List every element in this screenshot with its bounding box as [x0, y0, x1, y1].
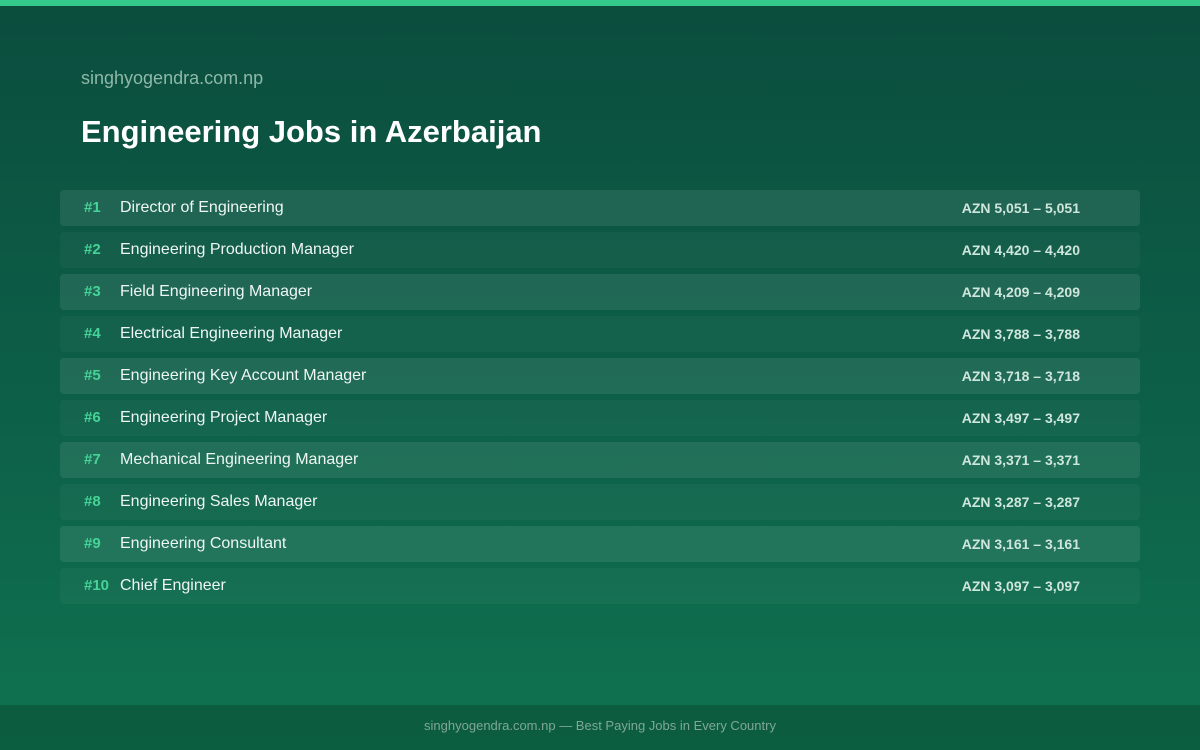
job-title: Engineering Project Manager — [120, 409, 328, 426]
job-row: #3 Field Engineering Manager AZN 4,209 –… — [60, 274, 1140, 310]
job-salary: AZN 3,788 – 3,788 — [961, 326, 1080, 342]
footer-text: singhyogendra.com.np — Best Paying Jobs … — [424, 718, 776, 733]
page-title: Engineering Jobs in Azerbaijan — [81, 114, 542, 149]
job-rank: #1 — [84, 199, 101, 216]
job-rank: #7 — [84, 451, 101, 468]
job-title: Engineering Consultant — [120, 535, 287, 552]
job-salary: AZN 3,371 – 3,371 — [961, 452, 1080, 468]
job-rank: #6 — [84, 409, 101, 426]
job-title: Engineering Sales Manager — [120, 493, 318, 510]
job-row: #2 Engineering Production Manager AZN 4,… — [60, 232, 1140, 268]
job-row: #10 Chief Engineer AZN 3,097 – 3,097 — [60, 568, 1140, 604]
job-rank: #9 — [84, 535, 101, 552]
job-list: #1 Director of Engineering AZN 5,051 – 5… — [60, 190, 1140, 610]
job-salary: AZN 3,718 – 3,718 — [961, 368, 1080, 384]
job-row: #6 Engineering Project Manager AZN 3,497… — [60, 400, 1140, 436]
job-title: Chief Engineer — [120, 577, 226, 594]
site-name: singhyogendra.com.np — [81, 68, 264, 88]
job-title: Mechanical Engineering Manager — [120, 451, 359, 468]
job-row: #1 Director of Engineering AZN 5,051 – 5… — [60, 190, 1140, 226]
job-row: #8 Engineering Sales Manager AZN 3,287 –… — [60, 484, 1140, 520]
top-accent-bar — [0, 0, 1200, 6]
job-row: #4 Electrical Engineering Manager AZN 3,… — [60, 316, 1140, 352]
job-salary: AZN 3,161 – 3,161 — [961, 536, 1080, 552]
job-rank: #5 — [84, 367, 101, 384]
job-salary: AZN 4,420 – 4,420 — [961, 242, 1080, 258]
job-title: Electrical Engineering Manager — [120, 325, 343, 342]
job-title: Engineering Production Manager — [120, 241, 354, 258]
job-row: #7 Mechanical Engineering Manager AZN 3,… — [60, 442, 1140, 478]
job-title: Engineering Key Account Manager — [120, 367, 367, 384]
job-rank: #10 — [84, 577, 110, 594]
job-salary: AZN 3,287 – 3,287 — [961, 494, 1080, 510]
job-rank: #3 — [84, 283, 101, 300]
job-row: #5 Engineering Key Account Manager AZN 3… — [60, 358, 1140, 394]
job-salary: AZN 3,497 – 3,497 — [961, 410, 1080, 426]
job-salary: AZN 5,051 – 5,051 — [961, 200, 1080, 216]
job-rank: #2 — [84, 241, 101, 258]
job-title: Director of Engineering — [120, 199, 284, 216]
job-rank: #4 — [84, 325, 101, 342]
job-salary: AZN 4,209 – 4,209 — [961, 284, 1080, 300]
job-rank: #8 — [84, 493, 101, 510]
footer: singhyogendra.com.np — Best Paying Jobs … — [0, 705, 1200, 750]
job-salary: AZN 3,097 – 3,097 — [961, 578, 1080, 594]
job-row: #9 Engineering Consultant AZN 3,161 – 3,… — [60, 526, 1140, 562]
job-title: Field Engineering Manager — [120, 283, 313, 300]
